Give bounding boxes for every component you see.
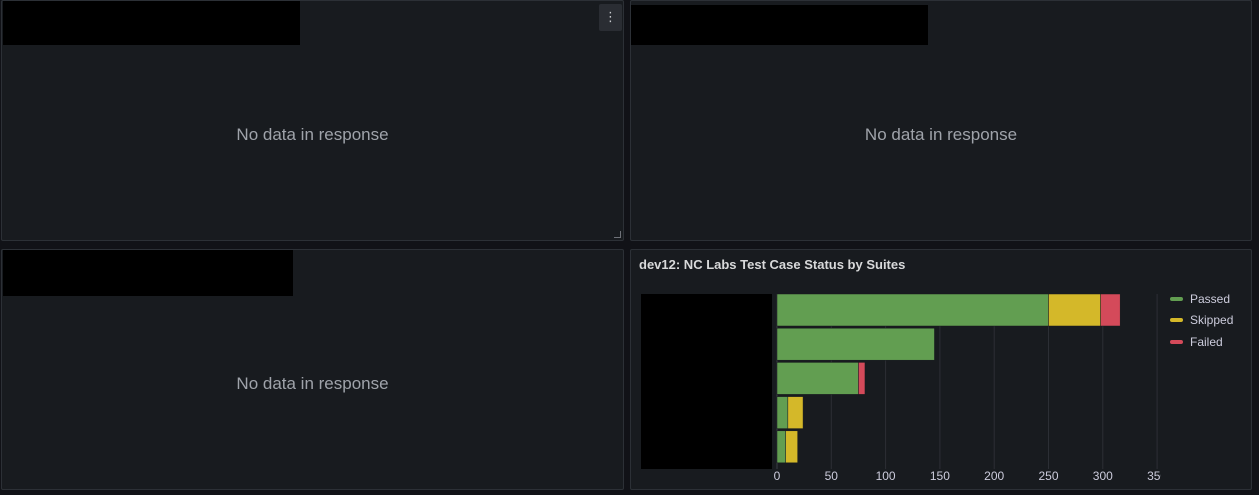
legend-label: Passed (1190, 291, 1231, 306)
x-tick-label: 100 (876, 469, 896, 483)
bar-segment-failed (1100, 293, 1121, 327)
panel-top-right: No data in response (630, 0, 1252, 241)
redacted-panel-title (3, 250, 293, 296)
bar-segment-failed (858, 362, 866, 395)
x-tick-label: 50 (825, 469, 839, 483)
legend-label: Failed (1190, 334, 1223, 349)
legend-item-skipped[interactable]: Skipped (1170, 310, 1233, 332)
vertical-ellipsis-icon: ⋮ (604, 10, 617, 25)
no-data-message: No data in response (864, 125, 1018, 144)
legend-swatch (1170, 296, 1183, 301)
bar-segment-skipped (1048, 293, 1101, 327)
x-tick-label: 0 (774, 469, 781, 483)
x-tick-label: 250 (1038, 469, 1058, 483)
no-data-message: No data in response (236, 374, 389, 393)
legend-item-failed[interactable]: Failed (1170, 331, 1233, 353)
x-tick-label: 350 (1147, 469, 1161, 483)
redacted-panel-title (631, 5, 928, 45)
bar-segment-passed (776, 362, 859, 395)
bar-segment-passed (776, 430, 786, 464)
legend-swatch (1170, 318, 1183, 323)
bar-segment-passed (776, 293, 1049, 327)
legend-swatch (1170, 339, 1183, 344)
panel-menu-button[interactable]: ⋮ (599, 4, 622, 31)
panel-test-case-status-chart: dev12: NC Labs Test Case Status by Suite… (630, 249, 1252, 490)
redacted-panel-title (3, 1, 300, 45)
x-tick-label: 200 (984, 469, 1004, 483)
no-data-message: No data in response (236, 125, 389, 144)
x-tick-label: 150 (930, 469, 950, 483)
bar-segment-skipped (787, 396, 804, 429)
bar-segment-skipped (785, 430, 798, 464)
legend-item-passed[interactable]: Passed (1170, 288, 1233, 310)
resize-corner-icon[interactable] (614, 231, 621, 238)
legend-label: Skipped (1190, 313, 1234, 328)
bar-chart: 0 50 100 150 200 250 300 350 (774, 293, 1161, 483)
x-tick-label: 300 (1093, 469, 1113, 483)
bar-segment-passed (776, 396, 789, 429)
bar-segment-passed (776, 327, 935, 361)
panel-top-left: ⋮ No data in response (1, 0, 624, 241)
panel-bottom-left: No data in response (1, 249, 624, 490)
chart-legend: Passed Skipped Failed (1170, 288, 1233, 353)
